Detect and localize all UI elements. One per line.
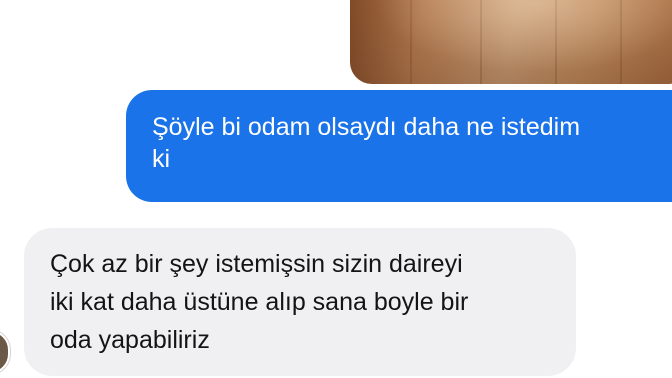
- chat-screen: Şöyle bi odam olsaydı daha ne istedim ki…: [0, 0, 672, 378]
- message-text-line: iki kat daha üstüne alıp sana boyle bir: [50, 288, 469, 316]
- message-text-line: ki: [152, 145, 171, 173]
- shared-photo[interactable]: [350, 0, 672, 84]
- contact-avatar[interactable]: [0, 330, 10, 374]
- message-text-line: Şöyle bi odam olsaydı daha ne istedim: [152, 113, 581, 141]
- message-text-line: oda yapabiliriz: [50, 326, 210, 354]
- outgoing-message-bubble[interactable]: Şöyle bi odam olsaydı daha ne istedim ki: [126, 90, 672, 202]
- message-text-line: Çok az bir şey istemişsin sizin daireyi: [50, 250, 463, 278]
- incoming-message-bubble[interactable]: Çok az bir şey istemişsin sizin daireyi …: [24, 228, 576, 376]
